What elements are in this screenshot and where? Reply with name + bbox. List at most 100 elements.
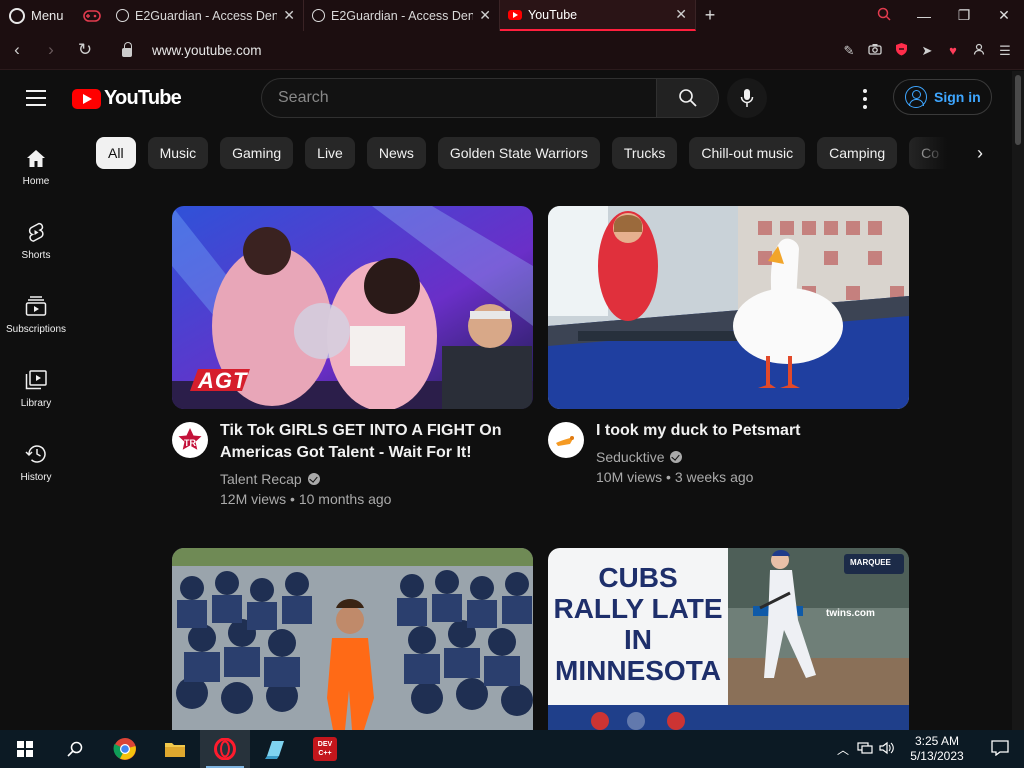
settings-more-icon[interactable] [857,89,873,109]
chip-live[interactable]: Live [305,137,355,169]
notifications-icon[interactable] [976,739,1024,759]
opera-taskbar-button[interactable] [200,730,250,768]
new-tab-button[interactable]: + [696,5,724,26]
video-thumbnail[interactable]: AGT [172,206,533,409]
devcpp-label: DEV C++ [317,741,333,757]
windows-taskbar: DEV C++ ︿ 3:25 AM 5/13/2023 [0,730,1024,768]
video-card[interactable] [172,548,533,730]
sign-in-button[interactable]: Sign in [893,79,992,115]
search-button[interactable] [656,78,719,118]
tab-title: YouTube [528,7,578,22]
video-card[interactable]: CUBS RALLY LATE IN MINNESOTA MARQUEE twi… [548,548,909,730]
taskbar-clock[interactable]: 3:25 AM 5/13/2023 [898,734,976,764]
tab-e2guardian-2[interactable]: E2Guardian - Access Denied ✕ [304,0,500,31]
channel-avatar[interactable]: TR [172,422,208,458]
chip-trucks[interactable]: Trucks [611,137,678,169]
camera-icon[interactable] [866,43,884,58]
lock-icon[interactable] [122,41,132,57]
chip-chill-out-music[interactable]: Chill-out music [689,137,806,169]
scrollbar-thumb[interactable] [1015,75,1021,145]
search-input[interactable]: Search [261,78,657,118]
video-title[interactable]: I took my duck to Petsmart [596,420,896,442]
channel-avatar[interactable] [548,422,584,458]
taskbar-search-button[interactable] [50,730,100,768]
chip-golden-state-warriors[interactable]: Golden State Warriors [437,137,600,169]
channel-name-row[interactable]: Talent Recap [220,471,320,487]
volume-icon[interactable] [876,741,898,758]
chrome-taskbar-button[interactable] [100,730,150,768]
video-stats: 10M views • 3 weeks ago [596,469,753,485]
tab-e2guardian-1[interactable]: E2Guardian - Access Denied ✕ [108,0,304,31]
forward-button[interactable]: › [34,40,68,60]
close-tab-icon[interactable]: ✕ [675,6,687,23]
channel-name[interactable]: Seducktive [596,449,664,465]
edit-icon[interactable]: ✎ [840,43,858,59]
guide-item-subscriptions[interactable]: Subscriptions [0,278,72,352]
opera-icon [214,738,236,760]
app-taskbar-button[interactable] [250,730,300,768]
channel-name[interactable]: Talent Recap [220,471,302,487]
opera-menu-button[interactable]: Menu [0,0,76,31]
video-thumbnail[interactable] [548,206,909,409]
opera-menu-label: Menu [31,8,64,23]
tab-title: E2Guardian - Access Denied [135,8,278,23]
reload-button[interactable]: ↻ [68,40,102,60]
easy-setup-icon[interactable]: ☰ [996,43,1014,59]
globe-icon [116,9,129,22]
guide-item-library[interactable]: Library [0,352,72,426]
heart-icon[interactable]: ♥ [944,43,962,58]
restore-button[interactable]: ❐ [944,7,984,24]
chip-gaming[interactable]: Gaming [220,137,294,169]
svg-text:TR: TR [184,438,196,448]
guide-item-shorts[interactable]: Shorts [0,204,72,278]
cubs-headline: CUBS RALLY LATE IN MINNESOTA [548,562,728,686]
account-icon[interactable] [970,43,988,58]
search-icon [67,741,83,757]
devcpp-taskbar-button[interactable]: DEV C++ [300,730,350,768]
close-tab-icon[interactable]: ✕ [479,7,491,24]
mini-guide: Home Shorts Subscriptions Library Histor… [0,130,72,500]
gamepad-icon[interactable] [76,0,108,31]
tab-youtube[interactable]: YouTube ✕ [500,0,696,31]
start-button[interactable] [0,730,50,768]
video-thumbnail[interactable]: CUBS RALLY LATE IN MINNESOTA MARQUEE twi… [548,548,909,730]
chevron-right-icon[interactable]: › [968,142,992,166]
guide-label: Shorts [21,250,51,261]
headline-line: MINNESOTA [555,655,721,686]
video-card[interactable]: I took my duck to Petsmart Seducktive 10… [548,206,909,510]
close-window-button[interactable]: ✕ [984,7,1024,24]
guide-menu-icon[interactable] [26,90,46,106]
separator-dot: • [290,491,299,507]
chip-music[interactable]: Music [147,137,209,169]
adblock-shield-icon[interactable] [892,42,910,59]
guide-item-history[interactable]: History [0,426,72,500]
view-count: 10M views [596,469,663,485]
verified-badge-icon [307,473,320,485]
voice-search-button[interactable] [727,78,767,118]
network-icon[interactable] [854,741,876,758]
chip-all[interactable]: All [96,137,136,169]
youtube-logo[interactable]: YouTube [72,87,182,110]
tab-search-icon[interactable] [864,7,904,24]
minimize-button[interactable]: — [904,8,944,24]
video-card[interactable]: AGT TR Tik Tok GIRLS GET INTO A FIGHT On… [172,206,533,510]
guide-item-home[interactable]: Home [0,130,72,204]
police-crowd-thumbnail-image [172,548,533,730]
sponsor-text: twins.com [826,608,875,619]
close-tab-icon[interactable]: ✕ [283,7,295,24]
chip-news[interactable]: News [366,137,426,169]
guide-label: History [20,472,52,483]
video-thumbnail[interactable] [172,548,533,730]
video-title[interactable]: Tik Tok GIRLS GET INTO A FIGHT On Americ… [220,420,520,464]
page-scrollbar[interactable] [1012,71,1024,730]
subscriptions-icon [24,295,48,317]
channel-name-row[interactable]: Seducktive [596,449,683,465]
file-explorer-taskbar-button[interactable] [150,730,200,768]
show-hidden-icons-icon[interactable]: ︿ [832,741,854,758]
url-field[interactable]: www.youtube.com [152,43,262,58]
address-bar-tools: ✎ ➤ ♥ ☰ [840,31,1014,70]
headline-line: IN [624,624,652,655]
send-icon[interactable]: ➤ [918,43,936,59]
chip-camping[interactable]: Camping [817,137,898,169]
back-button[interactable]: ‹ [0,40,34,60]
